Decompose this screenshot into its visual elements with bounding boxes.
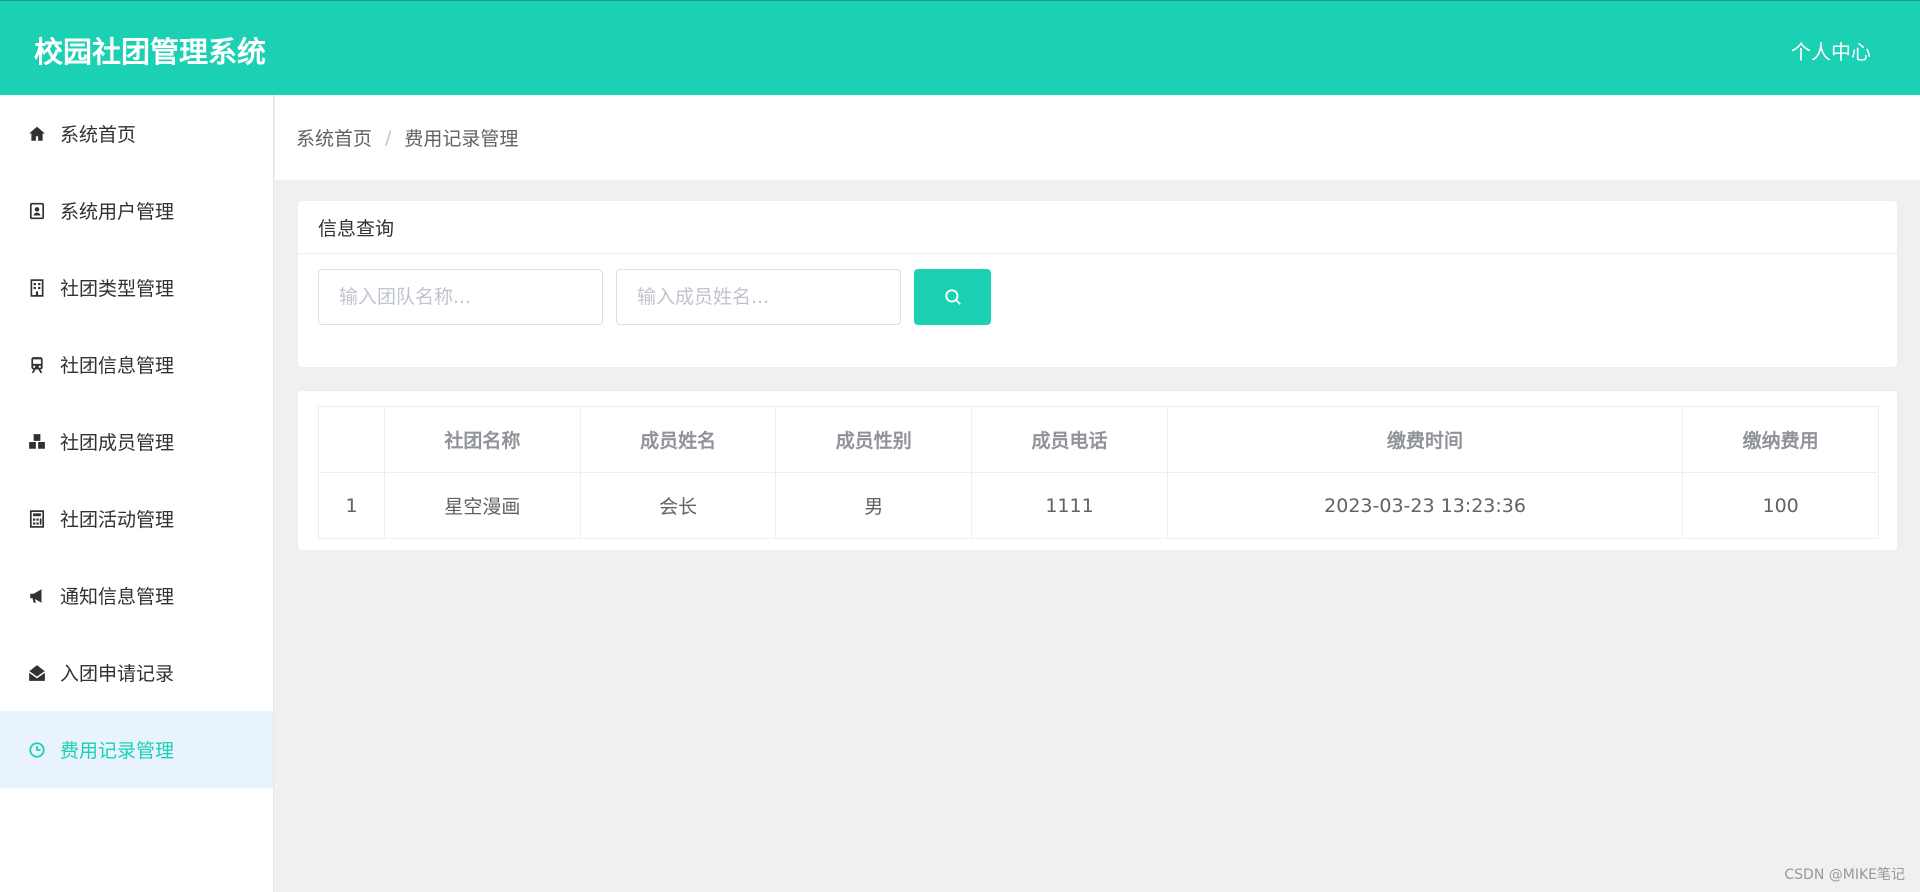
- sidebar-item-label: 社团类型管理: [60, 278, 175, 300]
- cell-club-name: 星空漫画: [384, 472, 581, 539]
- sidebar-item-label: 社团信息管理: [60, 355, 175, 377]
- sidebar-item-label: 社团活动管理: [60, 509, 175, 531]
- sidebar-item-label: 通知信息管理: [60, 586, 175, 608]
- sidebar: 系统首页 系统用户管理 社团类型管理 社团信息管理 社团成员管理 社团活动管理: [0, 95, 274, 892]
- cell-index: 1: [318, 472, 385, 539]
- sidebar-item-label: 入团申请记录: [60, 663, 175, 685]
- breadcrumb: 系统首页 / 费用记录管理: [275, 95, 1920, 180]
- column-header-payment-time: 缴费时间: [1166, 406, 1684, 473]
- column-header-member-phone: 成员电话: [971, 406, 1168, 473]
- column-header-index: [318, 406, 385, 473]
- sidebar-item-club-types[interactable]: 社团类型管理: [0, 249, 273, 326]
- cell-member-phone: 1111: [971, 472, 1168, 539]
- sidebar-item-club-members[interactable]: 社团成员管理: [0, 403, 273, 480]
- search-button[interactable]: [914, 269, 991, 325]
- sidebar-item-label: 费用记录管理: [60, 740, 175, 762]
- cell-member-gender: 男: [775, 472, 973, 539]
- sidebar-item-fee-records[interactable]: 费用记录管理: [0, 711, 273, 788]
- breadcrumb-separator: /: [385, 126, 392, 149]
- sidebar-item-join-applications[interactable]: 入团申请记录: [0, 634, 273, 711]
- records-card: 社团名称 成员姓名 成员性别 成员电话 缴费时间 缴纳费用 1 星空漫画 会长 …: [297, 390, 1898, 551]
- cell-payment-time: 2023-03-23 13:23:36: [1166, 472, 1684, 539]
- top-header: 校园社团管理系统 个人中心: [0, 0, 1920, 95]
- sidebar-item-users[interactable]: 系统用户管理: [0, 172, 273, 249]
- team-name-input[interactable]: [318, 269, 603, 325]
- sidebar-item-label: 系统首页: [60, 124, 137, 146]
- sidebar-item-label: 社团成员管理: [60, 432, 175, 454]
- sidebar-item-club-info[interactable]: 社团信息管理: [0, 326, 273, 403]
- sidebar-item-notices[interactable]: 通知信息管理: [0, 557, 273, 634]
- sidebar-item-home[interactable]: 系统首页: [0, 95, 273, 172]
- clock-icon: [28, 741, 46, 759]
- cubes-icon: [28, 433, 46, 451]
- column-header-member-name: 成员姓名: [579, 406, 777, 473]
- search-icon: [944, 288, 962, 306]
- table-header-row: 社团名称 成员姓名 成员性别 成员电话 缴费时间 缴纳费用: [318, 406, 1879, 473]
- breadcrumb-home[interactable]: 系统首页: [296, 124, 372, 151]
- sidebar-item-club-activities[interactable]: 社团活动管理: [0, 480, 273, 557]
- column-header-club-name: 社团名称: [384, 406, 581, 473]
- sidebar-item-label: 系统用户管理: [60, 201, 175, 223]
- megaphone-icon: [28, 587, 46, 605]
- breadcrumb-current: 费用记录管理: [404, 128, 519, 150]
- cell-payment-amount: 100: [1682, 472, 1879, 539]
- column-header-payment-amount: 缴纳费用: [1682, 406, 1879, 473]
- building-icon: [28, 278, 46, 297]
- table-row[interactable]: 1 星空漫画 会长 男 1111 2023-03-23 13:23:36 100: [318, 472, 1879, 539]
- envelope-open-icon: [28, 664, 46, 682]
- home-icon: [28, 125, 46, 143]
- calculator-icon: [28, 509, 46, 528]
- cell-member-name: 会长: [579, 472, 777, 539]
- fee-records-table: 社团名称 成员姓名 成员性别 成员电话 缴费时间 缴纳费用 1 星空漫画 会长 …: [318, 406, 1879, 539]
- member-name-input[interactable]: [616, 269, 901, 325]
- query-card: 信息查询: [297, 200, 1898, 368]
- user-center-link[interactable]: 个人中心: [1791, 36, 1871, 65]
- app-title: 校园社团管理系统: [34, 35, 267, 69]
- contact-card-icon: [28, 202, 46, 220]
- query-card-title: 信息查询: [298, 201, 1897, 254]
- train-icon: [28, 356, 46, 374]
- column-header-member-gender: 成员性别: [775, 406, 973, 473]
- watermark: CSDN @MIKE笔记: [1784, 867, 1905, 883]
